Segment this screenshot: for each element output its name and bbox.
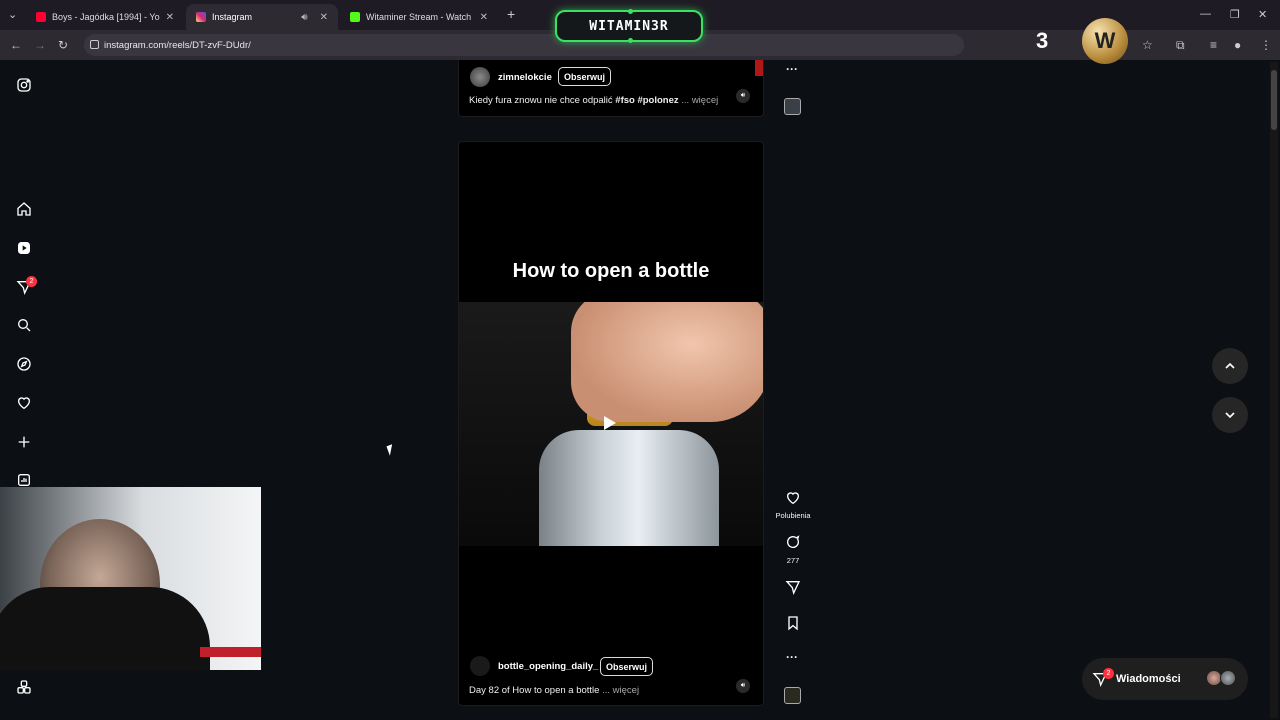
search-icon[interactable] bbox=[15, 316, 33, 334]
messages-label: Wiadomości bbox=[1116, 673, 1181, 685]
follow-button[interactable]: Obserwuj bbox=[558, 67, 612, 86]
back-icon[interactable]: ← bbox=[10, 38, 22, 52]
stream-overlay-logo: WITAMIN3R bbox=[555, 9, 703, 43]
close-tab-icon[interactable]: ✕ bbox=[166, 12, 174, 23]
overlay-logo-text: WITAMIN3R bbox=[589, 18, 669, 34]
tab-title: Witaminer Stream - Watch Live bbox=[366, 12, 474, 22]
reel-previous-card[interactable] bbox=[458, 60, 764, 117]
notification-badge: 2 bbox=[26, 276, 37, 287]
new-tab-button[interactable]: + bbox=[507, 6, 515, 22]
explore-icon[interactable] bbox=[15, 355, 33, 373]
reels-icon[interactable] bbox=[15, 239, 33, 257]
video-edge-strip bbox=[755, 60, 763, 76]
media-control-icon[interactable]: ≡ bbox=[1210, 38, 1217, 52]
caption-hashtags[interactable]: #fso #polonez bbox=[615, 95, 678, 106]
bottle-image bbox=[539, 430, 719, 546]
youtube-favicon-icon bbox=[36, 12, 46, 22]
likes-label: Polubienia bbox=[775, 511, 811, 520]
bookmark-star-icon[interactable]: ☆ bbox=[1142, 38, 1153, 52]
streamer-shirt bbox=[0, 587, 210, 670]
reel-username[interactable]: zimnelokcie bbox=[498, 72, 552, 83]
browser-menu-icon[interactable]: ⋮ bbox=[1260, 38, 1272, 52]
audio-thumbnail[interactable] bbox=[784, 98, 801, 115]
caption-more-link[interactable]: ... więcej bbox=[679, 95, 718, 106]
follow-button[interactable]: Obserwuj bbox=[600, 657, 654, 676]
instagram-favicon-icon bbox=[196, 12, 206, 22]
reel-username[interactable]: bottle_opening_daily_ bbox=[498, 661, 598, 672]
avatar[interactable] bbox=[470, 656, 490, 676]
tab-title: Instagram bbox=[212, 12, 253, 22]
like-button[interactable] bbox=[782, 490, 804, 511]
close-window-icon[interactable]: ✕ bbox=[1258, 8, 1267, 21]
messages-unread-badge: 2 bbox=[1103, 668, 1114, 679]
restore-icon[interactable]: ❐ bbox=[1230, 8, 1240, 21]
play-icon[interactable] bbox=[604, 416, 616, 430]
save-bookmark-button[interactable] bbox=[782, 615, 804, 636]
next-reel-button[interactable] bbox=[1212, 397, 1248, 433]
volume-icon[interactable]: 🔊︎ bbox=[736, 89, 750, 103]
tab-witaminer[interactable]: Witaminer Stream - Watch Live ✕ bbox=[340, 4, 498, 30]
caption-text: Day 82 of How to open a bottle bbox=[469, 685, 600, 696]
kick-favicon-icon bbox=[350, 12, 360, 22]
comments-count: 277 bbox=[786, 556, 800, 565]
reload-icon[interactable]: ↻ bbox=[58, 38, 68, 52]
more-options-icon[interactable]: ··· bbox=[786, 650, 798, 664]
avatar bbox=[1220, 670, 1236, 686]
tab-youtube[interactable]: Boys - Jagódka [1994] - YouTub ✕ bbox=[26, 4, 184, 30]
caption-text: Kiedy fura znowu nie chce odpalić bbox=[469, 95, 616, 106]
extensions-icon[interactable]: ⧉ bbox=[1176, 38, 1185, 53]
reel-caption: Day 82 of How to open a bottle ... więce… bbox=[469, 685, 639, 696]
audio-thumbnail[interactable] bbox=[784, 687, 801, 704]
notifications-heart-icon[interactable] bbox=[15, 394, 33, 412]
witaminer-coin-logo: W bbox=[1082, 18, 1128, 64]
speaker-icon[interactable]: 🔊︎ bbox=[301, 12, 307, 23]
more-options-icon[interactable]: ··· bbox=[786, 62, 798, 76]
tab-title: Boys - Jagódka [1994] - YouTub bbox=[52, 12, 160, 22]
close-tab-icon[interactable]: ✕ bbox=[480, 12, 488, 23]
site-info-icon[interactable] bbox=[90, 40, 99, 49]
streamer-webcam bbox=[0, 487, 261, 670]
instagram-logo-icon[interactable] bbox=[15, 76, 33, 94]
profile-avatar[interactable]: ● bbox=[1234, 38, 1241, 52]
forward-icon[interactable]: → bbox=[34, 38, 46, 52]
tab-search-icon[interactable]: ⌄ bbox=[8, 8, 17, 21]
overlay-counter: 3 bbox=[1036, 28, 1049, 53]
avatar[interactable] bbox=[470, 67, 490, 87]
overlay-dot-bottom bbox=[628, 38, 633, 43]
page-scrollbar[interactable] bbox=[1270, 62, 1278, 718]
mouse-cursor-icon bbox=[386, 444, 396, 456]
close-tab-icon[interactable]: ✕ bbox=[320, 12, 328, 23]
more-menu-icon[interactable] bbox=[15, 678, 33, 696]
tab-instagram[interactable]: Instagram 🔊︎ ✕ bbox=[186, 4, 338, 30]
hand-image bbox=[571, 302, 763, 422]
scrollbar-thumb[interactable] bbox=[1271, 70, 1277, 130]
volume-icon[interactable]: 🔊︎ bbox=[736, 679, 750, 693]
previous-reel-button[interactable] bbox=[1212, 348, 1248, 384]
address-bar[interactable]: instagram.com/reels/DT-zvF-DUdr/ bbox=[84, 34, 964, 56]
create-plus-icon[interactable] bbox=[15, 433, 33, 451]
video-title-overlay: How to open a bottle bbox=[512, 260, 710, 282]
reel-caption: Kiedy fura znowu nie chce odpalić #fso #… bbox=[469, 95, 718, 106]
minimize-icon[interactable]: — bbox=[1200, 8, 1211, 20]
overlay-dot-top bbox=[628, 9, 633, 14]
share-button[interactable] bbox=[782, 579, 804, 600]
webcam-red-object bbox=[200, 647, 261, 657]
caption-more-link[interactable]: ... więcej bbox=[599, 685, 639, 696]
comment-button[interactable] bbox=[782, 534, 804, 555]
url-text: instagram.com/reels/DT-zvF-DUdr/ bbox=[104, 39, 251, 51]
home-icon[interactable] bbox=[15, 200, 33, 218]
